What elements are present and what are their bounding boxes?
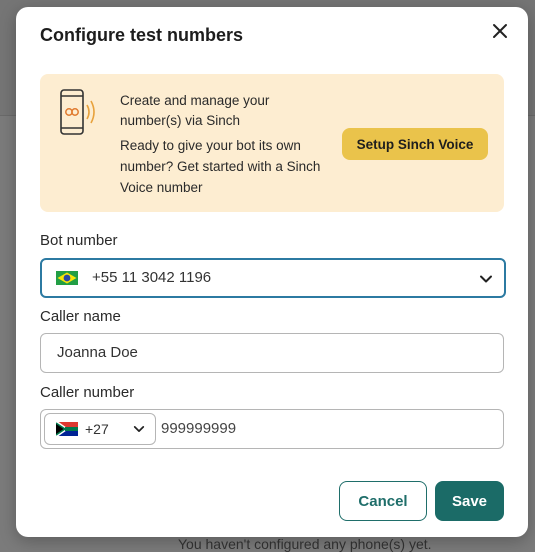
caller-number-label: Caller number <box>40 384 135 401</box>
bot-number-select[interactable]: +55 11 3042 1196 <box>40 258 506 298</box>
caller-name-label: Caller name <box>40 308 121 325</box>
banner-cta-text: Ready to give your bot its own number? G… <box>120 138 321 195</box>
bot-number-label: Bot number <box>40 232 118 249</box>
smartphone-voice-icon <box>60 89 95 135</box>
brazil-flag-icon <box>56 271 78 285</box>
cancel-button[interactable]: Cancel <box>339 481 427 521</box>
setup-sinch-voice-button[interactable]: Setup Sinch Voice <box>342 128 488 160</box>
country-code-select[interactable]: +27 <box>44 413 156 445</box>
sinch-voice-banner: Create and manage your number(s) via Sin… <box>40 74 504 212</box>
close-icon[interactable] <box>490 21 510 41</box>
caller-name-input[interactable]: Joanna Doe <box>40 333 504 373</box>
dialog-title: Configure test numbers <box>40 25 244 45</box>
chevron-down-icon <box>133 426 145 432</box>
banner-intro-text: Create and manage your number(s) via Sin… <box>120 93 270 128</box>
caller-number-value: 999999999 <box>161 420 237 437</box>
bot-number-value: +55 11 3042 1196 <box>92 269 212 286</box>
south-africa-flag-icon <box>56 422 78 436</box>
configure-test-numbers-dialog: Configure test numbers Create and manage… <box>16 7 528 537</box>
caller-name-value: Joanna Doe <box>57 344 138 361</box>
chevron-down-icon <box>480 275 492 283</box>
empty-state-text: You haven't configured any phone(s) yet. <box>178 536 432 552</box>
caller-number-input[interactable]: +27 999999999 <box>40 409 504 449</box>
save-button[interactable]: Save <box>435 481 504 521</box>
country-code-value: +27 <box>85 421 109 437</box>
